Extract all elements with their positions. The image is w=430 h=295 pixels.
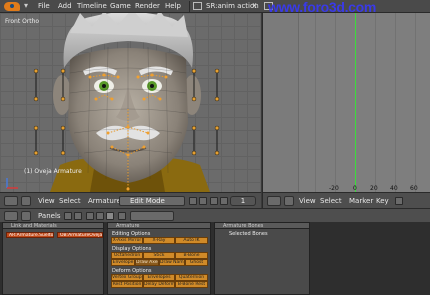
menu-toggle-button[interactable] (21, 211, 31, 221)
layer-number-field[interactable]: 1 (230, 196, 256, 206)
frame-navigation-field[interactable] (130, 211, 174, 221)
menu-timeline[interactable]: Timeline (77, 2, 107, 10)
frame-tick: 40 (390, 185, 398, 192)
script-context-icon[interactable] (74, 212, 82, 220)
action-type-icon[interactable] (395, 197, 403, 205)
3d-viewport[interactable]: Front Ortho (1) Oveja Armature (0, 13, 261, 192)
screen-name-field[interactable]: SR:anim action (206, 2, 259, 10)
object-name-field[interactable]: OB:ArmatureOveja (57, 232, 103, 238)
timeline-menu-marker[interactable]: Marker (349, 197, 373, 205)
timeline-menu-view[interactable]: View (299, 197, 316, 205)
scene-context-icon[interactable] (118, 212, 126, 220)
viewport-header: View Select Armature Edit Mode 1 (0, 192, 261, 208)
current-frame-indicator[interactable] (355, 13, 356, 192)
envelope-button[interactable]: Envelope (111, 259, 135, 266)
editor-type-button[interactable] (267, 196, 281, 206)
b-bone-button[interactable]: B-Bone (175, 252, 208, 259)
menu-file[interactable]: File (38, 2, 50, 10)
editor-type-button[interactable] (4, 196, 18, 206)
stick-button[interactable]: Stick (143, 252, 175, 259)
screen-layout-icon[interactable] (193, 2, 202, 10)
view-name-label: Front Ortho (5, 18, 40, 25)
rest-position-toggle[interactable]: Rest Position (111, 281, 143, 288)
timeline-menu-select[interactable]: Select (320, 197, 342, 205)
action-editor-header: View Select Marker Key (262, 192, 430, 208)
armature-bones-panel: Armature Bones Selected Bones (214, 222, 310, 295)
editing-context-icon[interactable] (106, 212, 114, 220)
mode-selector[interactable]: Edit Mode (119, 196, 185, 206)
menu-separator (189, 1, 190, 12)
channel-list[interactable] (263, 13, 299, 192)
octahedron-button[interactable]: Octahedron (111, 252, 143, 259)
quaternion-toggle[interactable]: Quaternion (175, 274, 208, 281)
armature-panel: Armature Editing Options X-Axis Mirror X… (107, 222, 211, 295)
active-object-label: (1) Oveja Armature (24, 168, 82, 175)
frame-tick: 0 (353, 185, 357, 192)
viewport-menu-view[interactable]: View (38, 197, 55, 205)
buttons-window: Link and Materials AR:Armature.Sueltos O… (0, 222, 430, 295)
link-materials-panel: Link and Materials AR:Armature.Sueltos O… (2, 222, 104, 295)
viewport-menu-select[interactable]: Select (59, 197, 81, 205)
viewport-menu-armature[interactable]: Armature (88, 197, 121, 205)
frame-tick: 60 (410, 185, 418, 192)
vertex-groups-toggle[interactable]: Vertex Groups (111, 274, 143, 281)
delete-screen-button[interactable]: X (252, 2, 262, 10)
editor-type-button[interactable] (4, 211, 18, 221)
buttons-window-header: Panels (0, 208, 430, 222)
layer-lock-icon[interactable] (220, 197, 228, 205)
blender-logo-icon (4, 2, 20, 11)
axis-gizmo-icon (6, 178, 18, 189)
x-ray-toggle[interactable]: X-Ray (143, 237, 175, 244)
envelopes-toggle[interactable]: Envelopes (143, 274, 175, 281)
menu-render[interactable]: Render (135, 2, 160, 10)
frame-tick: -20 (329, 185, 339, 192)
panel-title[interactable]: Armature (108, 223, 210, 229)
menu-add[interactable]: Add (58, 2, 72, 10)
logic-context-icon[interactable] (64, 212, 72, 220)
draw-axes-toggle[interactable]: Draw Axes (135, 259, 159, 266)
frame-tick: 20 (370, 185, 378, 192)
menu-game[interactable]: Game (110, 2, 131, 10)
draw-type-icon[interactable] (189, 197, 197, 205)
selected-bones-label: Selected Bones (229, 231, 268, 237)
shading-context-icon[interactable] (86, 212, 94, 220)
menu-help[interactable]: Help (165, 2, 181, 10)
top-menu-bar: ▾ File Add Timeline Game Render Help SR:… (0, 0, 430, 15)
b-bone-rest-toggle[interactable]: B-Bone Rest (175, 281, 208, 288)
x-axis-mirror-toggle[interactable]: X-Axis Mirror (111, 237, 143, 244)
menu-toggle-button[interactable] (21, 196, 31, 206)
pivot-icon[interactable] (199, 197, 207, 205)
action-editor[interactable]: -20 0 20 40 60 (262, 13, 430, 192)
timeline-menu-key[interactable]: Key (376, 197, 389, 205)
object-context-icon[interactable] (96, 212, 104, 220)
draw-names-toggle[interactable]: Draw Names (159, 259, 185, 266)
panel-title[interactable]: Armature Bones (215, 223, 309, 229)
menu-collapse-icon[interactable]: ▾ (24, 1, 28, 10)
manipulator-icon[interactable] (210, 197, 218, 205)
panel-title[interactable]: Link and Materials (3, 223, 103, 229)
menu-toggle-button[interactable] (284, 196, 294, 206)
auto-ik-toggle[interactable]: Auto IK (175, 237, 208, 244)
mode-selector-label: Edit Mode (130, 197, 165, 205)
character-head-render (33, 13, 220, 192)
armature-datablock-field[interactable]: AR:Armature.Sueltos (6, 232, 54, 238)
delay-deform-toggle[interactable]: Delay Deform (143, 281, 175, 288)
ghost-field[interactable]: Ghost (185, 259, 208, 266)
panels-menu[interactable]: Panels (38, 212, 61, 220)
